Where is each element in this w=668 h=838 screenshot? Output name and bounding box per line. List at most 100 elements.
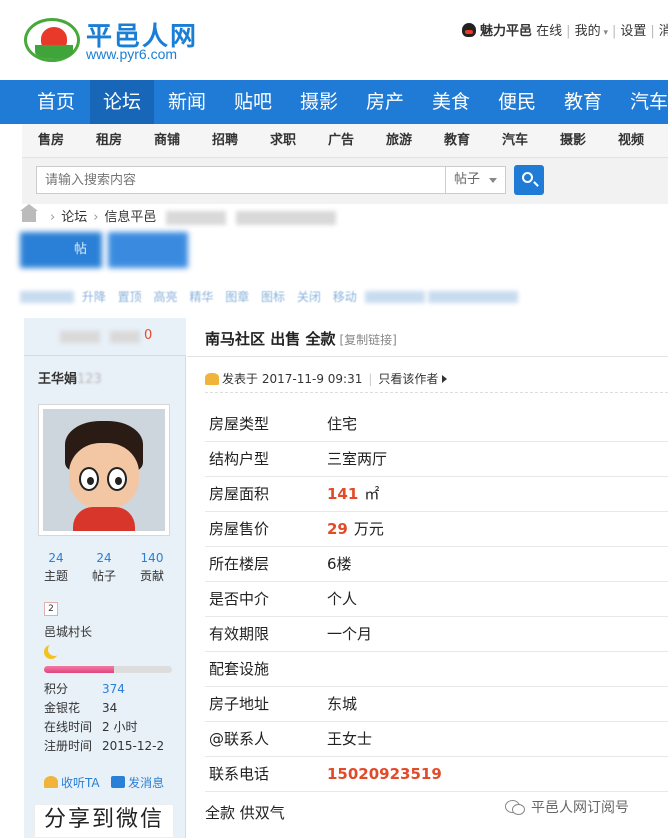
- field-unit: ㎡: [364, 485, 380, 503]
- author-sidebar: 0 王华娟123 24 主题 24 帖子 140 贡献 2 邑城村长 积分 374 金银…: [24, 318, 186, 838]
- messages-link[interactable]: 消: [659, 24, 668, 39]
- field-label: 配套设施: [205, 651, 327, 687]
- nav-item-services[interactable]: 便民: [484, 80, 550, 124]
- share-wechat-banner[interactable]: 分享到微信: [34, 804, 174, 838]
- field-value: 王女士: [327, 721, 668, 757]
- search-type-select[interactable]: 帖子: [446, 166, 506, 194]
- stat-contribution[interactable]: 140 贡献: [128, 550, 176, 586]
- arrow-right-icon: [442, 375, 448, 383]
- field-value: 一个月: [327, 616, 668, 652]
- field-label: 有效期限: [205, 616, 327, 652]
- follow-button[interactable]: 收听TA: [44, 776, 100, 790]
- nav-item-realestate[interactable]: 房产: [352, 80, 418, 124]
- copy-link-button[interactable]: [复制链接]: [339, 333, 396, 347]
- breadcrumb-forum[interactable]: 论坛: [61, 210, 87, 225]
- nav-item-photography[interactable]: 摄影: [286, 80, 352, 124]
- field-value: 东城: [327, 686, 668, 722]
- avatar[interactable]: [38, 404, 170, 536]
- subnav-item[interactable]: 广告: [328, 124, 354, 158]
- field-value: 15020923519: [327, 756, 668, 792]
- subnav-item[interactable]: 旅游: [386, 124, 412, 158]
- home-icon[interactable]: [20, 204, 38, 222]
- field-label: 所在楼层: [205, 546, 327, 582]
- subnav-item[interactable]: 租房: [96, 124, 122, 158]
- qq-icon: [462, 23, 476, 37]
- breadcrumb-blurred: [166, 210, 227, 225]
- nav-item-home[interactable]: 首页: [22, 80, 90, 124]
- post-meta: 发表于 2017-11-9 09:31 | 只看该作者: [205, 370, 448, 387]
- divider: [205, 392, 668, 393]
- subnav-item[interactable]: 教育: [444, 124, 470, 158]
- tool-item[interactable]: 图标: [261, 288, 285, 305]
- field-label: 房屋售价: [205, 511, 327, 547]
- tool-item[interactable]: 移动: [333, 288, 357, 305]
- search-bar: 帖子: [22, 158, 668, 204]
- nav-item-forum[interactable]: 论坛: [90, 80, 154, 124]
- my-menu[interactable]: 我的: [575, 24, 601, 39]
- field-value-text: 29: [327, 520, 348, 538]
- follow-icon: [44, 776, 58, 788]
- new-post-label: 帖: [74, 242, 88, 257]
- tool-item[interactable]: 升降: [82, 288, 106, 305]
- divider: [187, 356, 668, 357]
- site-logo[interactable]: 平邑人网 www.pyr6.com: [24, 16, 224, 68]
- field-value-text: 一个月: [327, 625, 373, 643]
- field-value: 6楼: [327, 546, 668, 582]
- field-value-text: 个人: [327, 590, 358, 608]
- subnav-item[interactable]: 视频: [618, 124, 644, 158]
- nav-item-news[interactable]: 新闻: [154, 80, 220, 124]
- author-stats: 24 主题 24 帖子 140 贡献: [32, 550, 178, 590]
- tool-item[interactable]: 精华: [189, 288, 213, 305]
- breadcrumb-blurred: [236, 210, 337, 225]
- subnav-item[interactable]: 售房: [38, 124, 64, 158]
- post-title: 南马社区 出售 全款: [205, 330, 336, 348]
- nav-item-food[interactable]: 美食: [418, 80, 484, 124]
- chevron-down-icon: ▾: [600, 28, 608, 38]
- level-badge: 2: [44, 602, 58, 616]
- subnav-item[interactable]: 摄影: [560, 124, 586, 158]
- message-button[interactable]: 发消息: [111, 776, 164, 790]
- table-row: @联系人 王女士: [205, 721, 668, 757]
- field-label: 房屋类型: [205, 406, 327, 442]
- tool-item[interactable]: 图章: [225, 288, 249, 305]
- property-table: 房屋类型 住宅 结构户型 三室两厅 房屋面积 141 ㎡房屋售价 29 万元 所在楼层 6楼 是否中介…: [205, 406, 668, 792]
- post-content: 南马社区 出售 全款 [复制链接] 发表于 2017-11-9 09:31 | 只看该…: [187, 318, 668, 838]
- subnav-item[interactable]: 汽车: [502, 124, 528, 158]
- nav-item-tieba[interactable]: 贴吧: [220, 80, 286, 124]
- reply-button[interactable]: [108, 232, 188, 268]
- field-value-text: 住宅: [327, 414, 358, 433]
- new-post-button[interactable]: [20, 232, 102, 268]
- nav-item-auto[interactable]: 汽车: [616, 80, 668, 124]
- table-row: 联系电话 15020923519: [205, 756, 668, 792]
- subnav-item[interactable]: 招聘: [212, 124, 238, 158]
- breadcrumb-board[interactable]: 信息平邑: [104, 210, 156, 225]
- field-value: 住宅: [327, 406, 668, 442]
- subnav-item[interactable]: 商铺: [154, 124, 180, 158]
- poster-icon: [205, 373, 219, 385]
- tool-item[interactable]: 关闭: [297, 288, 321, 305]
- search-button[interactable]: [514, 165, 544, 195]
- user-bar: 魅力平邑 在线 | 我的 ▾ | 设置 | 消: [462, 20, 668, 39]
- info-row: 金银花 34: [44, 701, 118, 715]
- search-input[interactable]: [36, 166, 446, 194]
- settings-link[interactable]: 设置: [620, 24, 646, 39]
- username-link[interactable]: 魅力平邑: [480, 24, 532, 39]
- avatar-image: [43, 409, 165, 531]
- post-title-bar: 南马社区 出售 全款 [复制链接]: [205, 328, 397, 349]
- subnav-item[interactable]: 求职: [270, 124, 296, 158]
- breadcrumb: › 论坛 › 信息平邑: [20, 204, 337, 230]
- table-row: 房屋类型 住宅: [205, 406, 668, 442]
- author-info: 积分 374 金银花 34 在线时间 2 小时 注册时间 2015-12-2: [44, 680, 184, 756]
- field-label: 是否中介: [205, 581, 327, 617]
- field-label: 房子地址: [205, 686, 327, 722]
- only-author-link[interactable]: 只看该作者: [378, 372, 438, 386]
- online-status: 在线: [536, 24, 563, 39]
- stat-threads[interactable]: 24 主题: [32, 550, 80, 586]
- tool-item[interactable]: 高亮: [154, 288, 178, 305]
- search-type-label: 帖子: [454, 172, 481, 187]
- stat-posts[interactable]: 24 帖子: [80, 550, 128, 586]
- nav-item-education[interactable]: 教育: [550, 80, 616, 124]
- user-rank[interactable]: 邑城村长: [44, 623, 92, 640]
- author-name[interactable]: 王华娟123: [38, 368, 102, 387]
- tool-item[interactable]: 置顶: [118, 288, 142, 305]
